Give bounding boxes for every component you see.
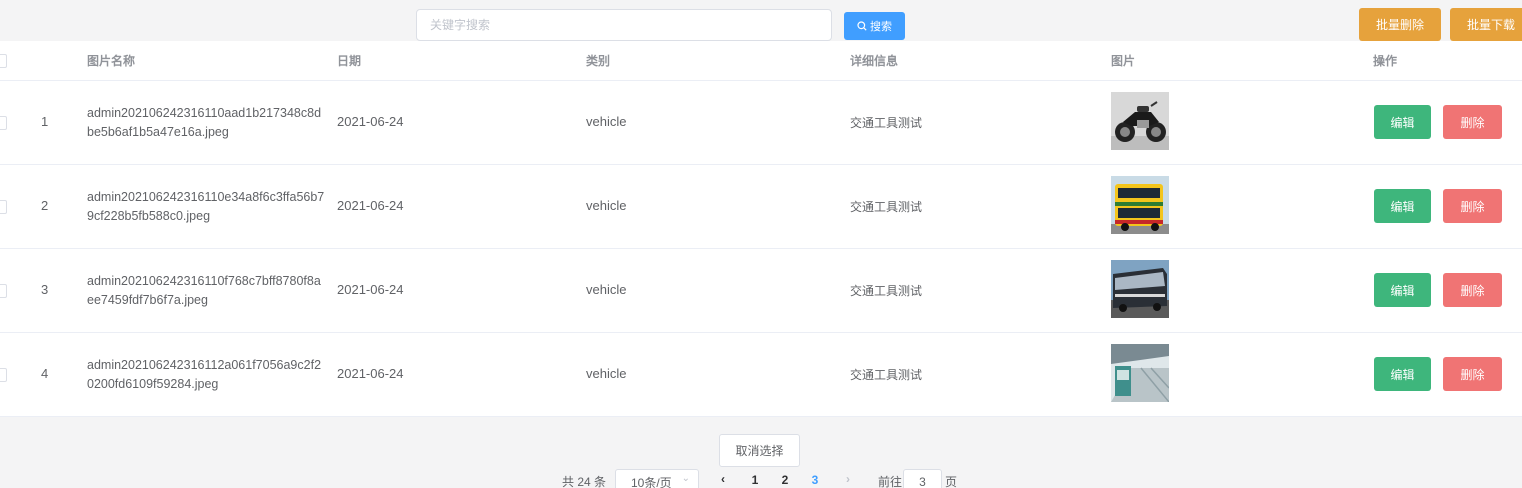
row-info: 交通工具测试 (850, 284, 923, 298)
page-number-3[interactable]: 3 (805, 473, 825, 487)
row-category: vehicle (586, 114, 627, 129)
batch-download-button[interactable]: 批量下载 (1450, 8, 1522, 41)
search-button[interactable]: 搜索 (844, 12, 905, 40)
station-thumbnail[interactable] (1111, 344, 1169, 402)
edit-button[interactable]: 编辑 (1374, 357, 1431, 391)
row-category: vehicle (586, 366, 627, 381)
motorcycle-thumbnail[interactable] (1111, 92, 1169, 150)
column-header-filename: 图片名称 (87, 54, 136, 68)
delete-button[interactable]: 删除 (1443, 189, 1502, 223)
edit-button[interactable]: 编辑 (1374, 105, 1431, 139)
cancel-selection-button[interactable]: 取消选择 (719, 434, 800, 467)
table-row: 1 admin202106242316110aad1b217348c8dbe5b… (0, 81, 1522, 165)
pagination-total: 共 24 条 (562, 475, 607, 488)
page-size-value: 10条/页 (631, 476, 672, 488)
row-date: 2021-06-24 (337, 198, 404, 213)
delete-button[interactable]: 删除 (1443, 273, 1502, 307)
column-header-info: 详细信息 (850, 54, 899, 68)
chevron-down-icon: ⌄ (681, 473, 690, 484)
prev-page-button[interactable]: ‹ (713, 472, 733, 486)
row-info: 交通工具测试 (850, 200, 923, 214)
row-index: 1 (41, 114, 49, 129)
row-filename: admin202106242316112a061f7056a9c2f20200f… (87, 358, 322, 391)
column-header-image: 图片 (1111, 54, 1136, 68)
coach-bus-thumbnail[interactable] (1111, 260, 1169, 318)
goto-page-input[interactable] (903, 469, 942, 488)
edit-button[interactable]: 编辑 (1374, 189, 1431, 223)
row-filename: admin202106242316110f768c7bff8780f8aee74… (87, 274, 321, 307)
goto-label: 前往 (878, 475, 903, 488)
row-checkbox[interactable] (0, 368, 7, 382)
edit-button[interactable]: 编辑 (1374, 273, 1431, 307)
row-date: 2021-06-24 (337, 282, 404, 297)
page-suffix: 页 (945, 475, 958, 488)
image-table: 图片名称 日期 类别 详细信息 图片 操作 1 admin20210624231… (0, 41, 1522, 417)
row-checkbox[interactable] (0, 200, 7, 214)
row-date: 2021-06-24 (337, 366, 404, 381)
select-all-checkbox[interactable] (0, 54, 7, 68)
page-number-1[interactable]: 1 (745, 473, 765, 487)
page-size-select[interactable]: 10条/页 ⌄ (615, 469, 699, 488)
table-header: 图片名称 日期 类别 详细信息 图片 操作 (0, 41, 1522, 81)
row-filename: admin202106242316110aad1b217348c8dbe5b6a… (87, 106, 322, 139)
row-category: vehicle (586, 282, 627, 297)
column-header-actions: 操作 (1373, 54, 1398, 68)
row-index: 3 (41, 282, 49, 297)
row-index: 4 (41, 366, 49, 381)
row-info: 交通工具测试 (850, 368, 923, 382)
row-checkbox[interactable] (0, 116, 7, 130)
page-number-2[interactable]: 2 (775, 473, 795, 487)
table-row: 3 admin202106242316110f768c7bff8780f8aee… (0, 249, 1522, 333)
batch-delete-button[interactable]: 批量删除 (1359, 8, 1441, 41)
row-checkbox[interactable] (0, 284, 7, 298)
delete-button[interactable]: 删除 (1443, 357, 1502, 391)
next-page-button[interactable]: › (838, 472, 858, 486)
row-info: 交通工具测试 (850, 116, 923, 130)
row-index: 2 (41, 198, 49, 213)
search-input[interactable] (416, 9, 832, 41)
search-icon (857, 21, 867, 31)
column-header-date: 日期 (337, 54, 362, 68)
pagination: 共 24 条 10条/页 ⌄ ‹ 1 2 3 › 前往 页 (0, 468, 1522, 488)
table-row: 2 admin202106242316110e34a8f6c3ffa56b79c… (0, 165, 1522, 249)
row-category: vehicle (586, 198, 627, 213)
bus-thumbnail[interactable] (1111, 176, 1169, 234)
column-header-category: 类别 (586, 54, 611, 68)
table-row: 4 admin202106242316112a061f7056a9c2f2020… (0, 333, 1522, 417)
toolbar: 搜索 批量删除 批量下载 (0, 0, 1522, 41)
search-button-label: 搜索 (870, 21, 892, 33)
delete-button[interactable]: 删除 (1443, 105, 1502, 139)
row-filename: admin202106242316110e34a8f6c3ffa56b79cf2… (87, 190, 325, 223)
row-date: 2021-06-24 (337, 114, 404, 129)
